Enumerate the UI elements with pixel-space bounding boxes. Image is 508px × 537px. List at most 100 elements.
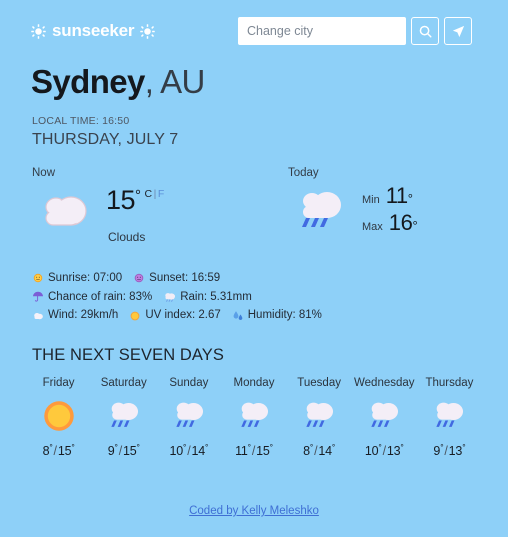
forecast-day-name: Sunday — [169, 376, 209, 389]
temp-separator: / — [251, 444, 256, 459]
degree-symbol: ° — [136, 441, 140, 452]
detail-sunrise-text: Sunrise: 07:00 — [48, 271, 123, 284]
forecast-day[interactable]: Saturday 9°/15° — [91, 377, 156, 458]
sun-icon — [40, 396, 78, 436]
unit-fahrenheit-button[interactable]: F — [158, 189, 164, 200]
navigate-location-icon — [451, 24, 466, 39]
today-max-row: Max 16° — [362, 209, 418, 235]
detail-rain-amount: Rain: 5.31mm — [163, 289, 252, 306]
today-label: Today — [288, 166, 319, 179]
forecast-day-temps: 9°/13° — [433, 442, 465, 458]
today-minmax: Min 11° Max 16° — [362, 183, 418, 239]
weather-summary-row: Now 15 ° C | F Clouds Today Min 11° Max … — [22, 167, 486, 244]
forecast-day-temps: 10°/13° — [365, 442, 404, 458]
app-logo[interactable]: sunseeker — [31, 21, 156, 41]
forecast-min: 11 — [235, 444, 248, 459]
umbrella-emoji — [33, 292, 43, 303]
country-code: , AU — [144, 63, 206, 100]
now-label: Now — [32, 166, 56, 179]
rain-cloud-emoji — [165, 293, 176, 302]
forecast-max: 14 — [191, 444, 205, 459]
rain-cloud-icon — [232, 396, 276, 436]
rain-cloud-icon — [297, 396, 341, 436]
forecast-day[interactable]: Friday 8°/15° — [26, 377, 91, 458]
forecast-max: 14 — [318, 444, 332, 459]
detail-chance-of-rain-text: Chance of rain: 83% — [48, 290, 153, 303]
current-temperature: 15 — [106, 184, 136, 215]
forecast-day-name: Wednesday — [354, 376, 415, 389]
forecast-day-name: Friday — [42, 376, 75, 389]
weather-app-page: sunseeker Change city Sydney, AU LOCAL T… — [0, 0, 508, 537]
detail-humidity: Humidity: 81% — [232, 307, 322, 324]
seven-day-forecast: Friday 8°/15° Saturday 9°/15° Sunday 10°… — [22, 377, 486, 458]
credit-link[interactable]: Coded by Kelly Meleshko — [189, 505, 319, 517]
forecast-min: 10 — [364, 444, 379, 459]
unit-toggle: C | F — [145, 187, 165, 200]
forecast-min: 10 — [169, 444, 183, 459]
current-weather-block: Now 15 ° C | F Clouds — [22, 167, 254, 244]
temp-separator: / — [444, 444, 448, 459]
degree-symbol: ° — [247, 441, 251, 452]
forecast-max: 13 — [448, 444, 463, 459]
app-header: sunseeker — [22, 0, 486, 56]
detail-uv-index: UV index: 2.67 — [129, 307, 221, 324]
degree-symbol: ° — [412, 217, 418, 233]
rain-cloud-icon — [427, 396, 471, 436]
degree-symbol: ° — [400, 441, 404, 452]
forecast-day[interactable]: Wednesday 10°/13° — [352, 377, 417, 458]
max-label: Max — [362, 220, 383, 233]
degree-symbol: ° — [331, 441, 336, 452]
uv-sun-emoji — [130, 311, 140, 321]
degree-symbol: ° — [71, 441, 75, 452]
rain-cloud-icon — [362, 396, 406, 436]
detail-wind: Wind: 29km/h — [32, 307, 118, 324]
search-input[interactable] — [238, 17, 406, 45]
page-title: Sydney, AU — [31, 63, 486, 101]
cloud-icon — [32, 189, 94, 238]
detail-rain-amount-text: Rain: 5.31mm — [180, 290, 252, 303]
max-temperature: 16 — [388, 209, 413, 235]
forecast-day-name: Tuesday — [297, 376, 341, 389]
degree-symbol: ° — [49, 441, 53, 452]
forecast-day-temps: 8°/14° — [303, 442, 335, 458]
detail-wind-text: Wind: 29km/h — [48, 309, 119, 322]
detail-row: Chance of rain: 83% Rain: 5.31mm — [32, 289, 486, 306]
forecast-day[interactable]: Tuesday 8°/14° — [287, 377, 352, 458]
degree-symbol: ° — [269, 441, 273, 452]
temp-separator: / — [118, 444, 123, 459]
detail-row: Wind: 29km/h UV index: 2.67 Humidity: 81… — [32, 307, 486, 324]
local-time: LOCAL TIME: 16:50 — [32, 114, 130, 127]
current-temperature-block: 15 ° C | F Clouds — [106, 183, 164, 244]
temp-separator: / — [382, 444, 387, 459]
temp-separator: / — [187, 444, 191, 459]
forecast-day[interactable]: Monday 11°/15° — [221, 377, 286, 458]
city-name: Sydney — [31, 63, 145, 100]
forecast-day-temps: 8°/15° — [43, 442, 75, 458]
degree-symbol: ° — [183, 441, 187, 452]
degree-symbol: ° — [440, 441, 444, 452]
sunrise-sun-emoji — [33, 274, 43, 283]
temp-separator: / — [314, 444, 318, 459]
forecast-min: 8 — [303, 444, 310, 459]
sunset-emoji — [134, 273, 144, 283]
degree-symbol: ° — [114, 441, 118, 452]
forecast-day-name: Monday — [233, 376, 275, 389]
forecast-day[interactable]: Sunday 10°/14° — [156, 377, 221, 458]
temp-separator: / — [53, 444, 58, 459]
search-button[interactable] — [411, 17, 439, 45]
forecast-day-temps: 10°/14° — [169, 442, 208, 458]
rain-cloud-icon — [288, 185, 350, 236]
weather-details: Sunrise: 07:00 Sunset: 16:59 Chance of r… — [32, 270, 486, 324]
unit-separator: | — [153, 187, 157, 200]
forecast-day[interactable]: Thursday 9°/13° — [417, 377, 482, 458]
forecast-day-name: Saturday — [100, 376, 147, 389]
forecast-day-temps: 9°/15° — [108, 442, 140, 458]
search-icon — [418, 24, 433, 39]
weather-description: Clouds — [108, 229, 146, 244]
unit-celsius-button[interactable]: C — [145, 189, 153, 200]
detail-humidity-text: Humidity: 81% — [247, 309, 322, 322]
forecast-max: 15 — [122, 444, 137, 459]
rain-cloud-icon — [167, 396, 211, 436]
humidity-droplets-emoji — [233, 310, 243, 320]
locate-me-button[interactable] — [444, 17, 472, 45]
